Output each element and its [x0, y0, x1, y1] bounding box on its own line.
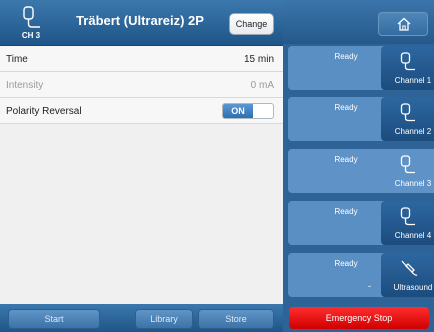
channel-card-ultrasound[interactable]: Ready - Ultrasound	[288, 253, 434, 297]
action-bar: Start Library Store	[0, 304, 283, 332]
channel-name: Channel 2	[394, 127, 432, 136]
program-title: Träbert (Ultrareiz) 2P	[76, 13, 204, 28]
start-button[interactable]: Start	[8, 309, 100, 329]
emergency-stop-button[interactable]: Emergency Stop	[289, 307, 429, 329]
param-value: 15 min	[243, 54, 274, 65]
channel-label: CH 3	[21, 31, 41, 40]
change-button[interactable]: Change	[229, 13, 274, 35]
program-header: CH 3 Träbert (Ultrareiz) 2P Change	[0, 0, 283, 46]
channel-card-1[interactable]: Ready Channel 1	[288, 46, 434, 90]
channel-panel: Ready Channel 1 Ready Channel 2 Ready Ch…	[283, 0, 434, 332]
channel-status: Ready	[334, 103, 358, 112]
channel-panel-header	[283, 0, 434, 44]
library-button[interactable]: Library	[135, 309, 193, 329]
channel-tile-active[interactable]: Channel 3	[381, 149, 434, 193]
ultrasound-head-icon	[401, 260, 418, 276]
param-value: 0 mA	[250, 80, 274, 91]
channel-card-3[interactable]: Ready Channel 3	[288, 149, 434, 193]
electrode-icon	[400, 207, 415, 226]
polarity-reversal-toggle[interactable]: ON	[222, 103, 274, 119]
channel-status: Ready	[334, 155, 358, 164]
channel-status: Ready	[334, 259, 358, 268]
channel-tile[interactable]: Channel 2	[381, 97, 434, 141]
channel-status: Ready	[334, 207, 358, 216]
channel-name: Channel 3	[394, 179, 432, 188]
param-row-polarity-reversal: Polarity Reversal ON	[0, 98, 283, 124]
channel-name: Channel 1	[394, 76, 432, 85]
toggle-on-label: ON	[223, 104, 253, 118]
channel-card-4[interactable]: Ready Channel 4	[288, 201, 434, 245]
channel-status: Ready	[334, 52, 358, 61]
store-button[interactable]: Store	[198, 309, 274, 329]
home-icon	[397, 17, 411, 31]
electrode-icon	[400, 155, 415, 174]
param-row-intensity[interactable]: Intensity 0 mA	[0, 72, 283, 98]
electrode-icon	[400, 52, 415, 71]
program-panel: CH 3 Träbert (Ultrareiz) 2P Change Time …	[0, 0, 283, 332]
param-row-time[interactable]: Time 15 min	[0, 46, 283, 72]
electrode-icon	[400, 103, 415, 122]
channel-tile[interactable]: Channel 4	[381, 201, 434, 245]
param-label: Intensity	[6, 80, 44, 91]
electrode-icon	[23, 6, 40, 28]
home-button[interactable]	[378, 12, 428, 36]
channel-name: Channel 4	[394, 231, 432, 240]
channel-tile[interactable]: Channel 1	[381, 46, 434, 90]
channel-name: Ultrasound	[393, 283, 433, 292]
ultrasound-value: -	[368, 281, 371, 291]
param-label: Time	[6, 54, 28, 65]
param-label: Polarity Reversal	[6, 106, 82, 117]
channel-card-2[interactable]: Ready Channel 2	[288, 97, 434, 141]
channel-tile[interactable]: Ultrasound	[381, 253, 434, 297]
